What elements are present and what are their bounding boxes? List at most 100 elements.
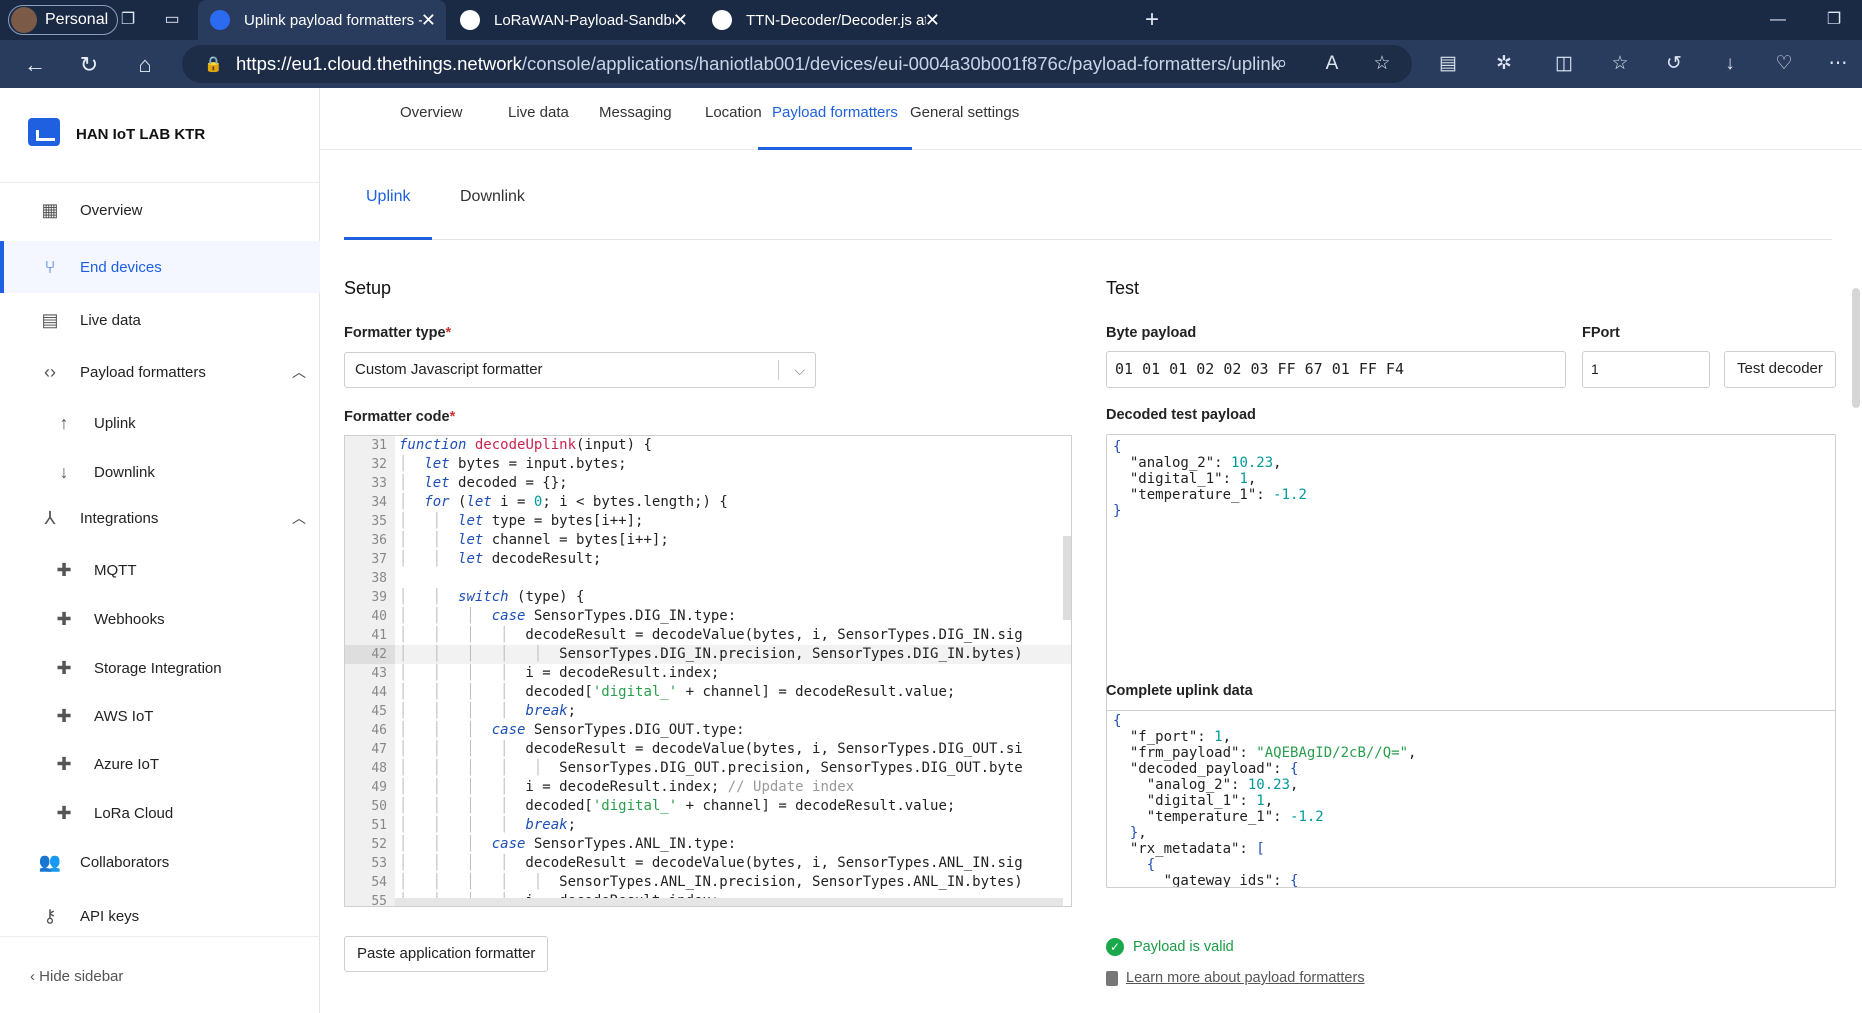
sidebar-item-label: Storage Integration — [94, 659, 222, 677]
sidebar-item-payload-formatters[interactable]: ‹› Payload formatters ︿ — [0, 349, 320, 395]
decoded-test-payload-label: Decoded test payload — [1106, 407, 1256, 423]
sidebar-item-mqtt[interactable]: ✚ MQTT — [0, 547, 320, 593]
code-line: 34 │ for (let i = 0; i < bytes.length;) { — [371, 494, 728, 510]
sidebar-item-storage-integration[interactable]: ✚ Storage Integration — [0, 645, 320, 691]
back-icon[interactable]: ← — [22, 52, 48, 78]
split-screen-icon[interactable]: ◫ — [1552, 52, 1576, 76]
people-icon: 👥 — [38, 851, 62, 872]
close-tab-icon[interactable]: ✕ — [673, 10, 688, 31]
code-icon: ‹› — [44, 361, 56, 382]
zoom-icon[interactable]: ⌕ — [1270, 52, 1294, 76]
performance-icon[interactable]: ♡ — [1772, 52, 1796, 76]
sidebar-item-overview[interactable]: ▦ Overview — [0, 187, 320, 233]
restore-icon[interactable]: ❐ — [1824, 10, 1844, 30]
sidebar-item-label: LoRa Cloud — [94, 804, 174, 822]
ttn-favicon-icon — [210, 10, 230, 30]
minimize-icon[interactable]: — — [1768, 10, 1788, 30]
tab-general-settings[interactable]: General settings — [896, 88, 1033, 150]
learn-more-link[interactable]: Learn more about payload formatters — [1126, 970, 1365, 986]
profile-button[interactable]: Personal — [8, 5, 118, 35]
browser-tab-decoder[interactable]: TTN-Decoder/Decoder.js at Testi ✕ — [700, 0, 950, 40]
sidebar-item-aws-iot[interactable]: ✚ AWS IoT — [0, 693, 320, 739]
hide-sidebar-button[interactable]: ‹ Hide sidebar — [30, 968, 123, 985]
browser-tab-uplink[interactable]: Uplink payload formatters - eui-( ✕ — [198, 0, 446, 40]
tab-payload-formatters[interactable]: Payload formatters — [758, 88, 912, 150]
puzzle-icon: ✚ — [56, 559, 72, 580]
workspaces-icon[interactable]: ❐ — [118, 10, 138, 30]
close-tab-icon[interactable]: ✕ — [925, 10, 940, 31]
tab-messaging[interactable]: Messaging — [585, 88, 686, 150]
byte-payload-input[interactable]: 01 01 01 02 02 03 FF 67 01 FF F4 — [1106, 351, 1566, 388]
more-menu-icon[interactable]: ⋯ — [1826, 52, 1850, 76]
sidebar-item-label: Collaborators — [80, 853, 170, 871]
code-line: 39 │ │ switch (type) { — [371, 589, 585, 605]
editor-vertical-scrollbar[interactable] — [1063, 536, 1071, 620]
select-value: Custom Javascript formatter — [355, 361, 543, 378]
key-icon: ⚷ — [43, 905, 57, 926]
favorite-star-icon[interactable]: ☆ — [1370, 52, 1394, 76]
code-line: 44 │ │ │ │ decoded['digital_' + channel] … — [371, 684, 956, 700]
label-text: Formatter type — [344, 325, 446, 341]
downloads-icon[interactable]: ↓ — [1718, 52, 1742, 76]
read-aloud-icon[interactable]: A — [1320, 52, 1344, 76]
page-content: HAN IoT LAB KTR ▦ Overview ⑂ End devices… — [0, 88, 1862, 1013]
fport-input[interactable]: 1 — [1582, 351, 1710, 388]
tab-uplink[interactable]: Uplink — [344, 174, 433, 240]
sidebar-item-uplink[interactable]: ↑ Uplink — [0, 400, 320, 446]
label-text: Formatter code — [344, 409, 450, 425]
chevron-up-icon: ︿ — [292, 364, 306, 380]
sidebar-item-downlink[interactable]: ↓ Downlink — [0, 449, 320, 495]
code-line: 53 │ │ │ │ decodeResult = decodeValue(byt… — [371, 855, 1023, 871]
browser-tab-sandbox[interactable]: LoRaWAN-Payload-Sandbox/incl ✕ — [448, 0, 698, 40]
sidebar: HAN IoT LAB KTR ▦ Overview ⑂ End devices… — [0, 88, 320, 1013]
paste-application-formatter-button[interactable]: Paste application formatter — [344, 936, 549, 972]
url-host: https://eu1.cloud.thethings.network — [236, 53, 522, 74]
code-line: 48 │ │ │ │ │ SensorTypes.DIG_OUT.precisio… — [371, 760, 1023, 776]
formatter-subtabs: Uplink Downlink — [344, 174, 1832, 240]
close-tab-icon[interactable]: ✕ — [421, 10, 436, 31]
complete-uplink-output[interactable]: { "f_port": 1, "frm_payload": "AQEBAgID/… — [1106, 710, 1836, 888]
favorites-icon[interactable]: ☆ — [1608, 52, 1632, 76]
editor-horizontal-scrollbar[interactable] — [395, 898, 1063, 906]
history-icon[interactable]: ↺ — [1662, 52, 1686, 76]
tab-actions-icon[interactable]: ▭ — [162, 10, 182, 30]
sidebar-item-lora-cloud[interactable]: ✚ LoRa Cloud — [0, 790, 320, 836]
url-field[interactable]: 🔒 https://eu1.cloud.thethings.network /c… — [182, 45, 1412, 83]
code-editor[interactable]: 31 function decodeUplink(input) { 32 │ let… — [344, 435, 1072, 907]
sidebar-item-api-keys[interactable]: ⚷ API keys — [0, 893, 320, 939]
sidebar-item-azure-iot[interactable]: ✚ Azure IoT — [0, 741, 320, 787]
new-tab-icon[interactable]: + — [1142, 8, 1162, 32]
fork-icon: ⅄ — [44, 507, 56, 528]
sidebar-item-collaborators[interactable]: 👥 Collaborators — [0, 839, 320, 885]
complete-uplink-data-label: Complete uplink data — [1106, 683, 1253, 699]
test-decoder-button[interactable]: Test decoder — [1724, 351, 1836, 388]
sidebar-item-live-data[interactable]: ▤ Live data — [0, 297, 320, 343]
required-mark: * — [449, 409, 456, 425]
tab-live-data[interactable]: Live data — [494, 88, 583, 150]
sidebar-item-end-devices[interactable]: ⑂ End devices — [0, 241, 320, 293]
puzzle-icon: ✚ — [56, 802, 72, 823]
required-mark: * — [445, 325, 452, 341]
sidebar-item-webhooks[interactable]: ✚ Webhooks — [0, 596, 320, 642]
home-icon[interactable]: ⌂ — [132, 52, 158, 78]
formatter-type-select[interactable]: Custom Javascript formatter ⌵ — [344, 352, 816, 388]
sidebar-item-integrations[interactable]: ⅄ Integrations ︿ — [0, 495, 320, 541]
app-logo-icon — [28, 118, 60, 146]
sidebar-item-label: API keys — [80, 907, 140, 925]
formatter-code-label: Formatter code* — [344, 409, 455, 425]
puzzle-icon: ✚ — [56, 753, 72, 774]
book-icon — [1106, 971, 1118, 986]
extensions-icon[interactable]: ✲ — [1492, 52, 1516, 76]
tab-downlink[interactable]: Downlink — [438, 174, 547, 240]
decoded-payload-output: { "analog_2": 10.23, "digital_1": 1, "te… — [1106, 434, 1836, 752]
page-scrollbar[interactable] — [1852, 288, 1860, 408]
divider — [0, 936, 320, 937]
tab-title: LoRaWAN-Payload-Sandbox/incl — [494, 11, 674, 29]
document-icon[interactable]: ▤ — [1436, 52, 1460, 76]
sidebar-item-label: MQTT — [94, 561, 137, 579]
puzzle-icon: ✚ — [56, 705, 72, 726]
refresh-icon[interactable]: ↻ — [76, 52, 102, 78]
tab-overview[interactable]: Overview — [386, 88, 477, 150]
url-path: /console/applications/haniotlab001/devic… — [521, 53, 1280, 74]
fport-label: FPort — [1582, 325, 1620, 341]
